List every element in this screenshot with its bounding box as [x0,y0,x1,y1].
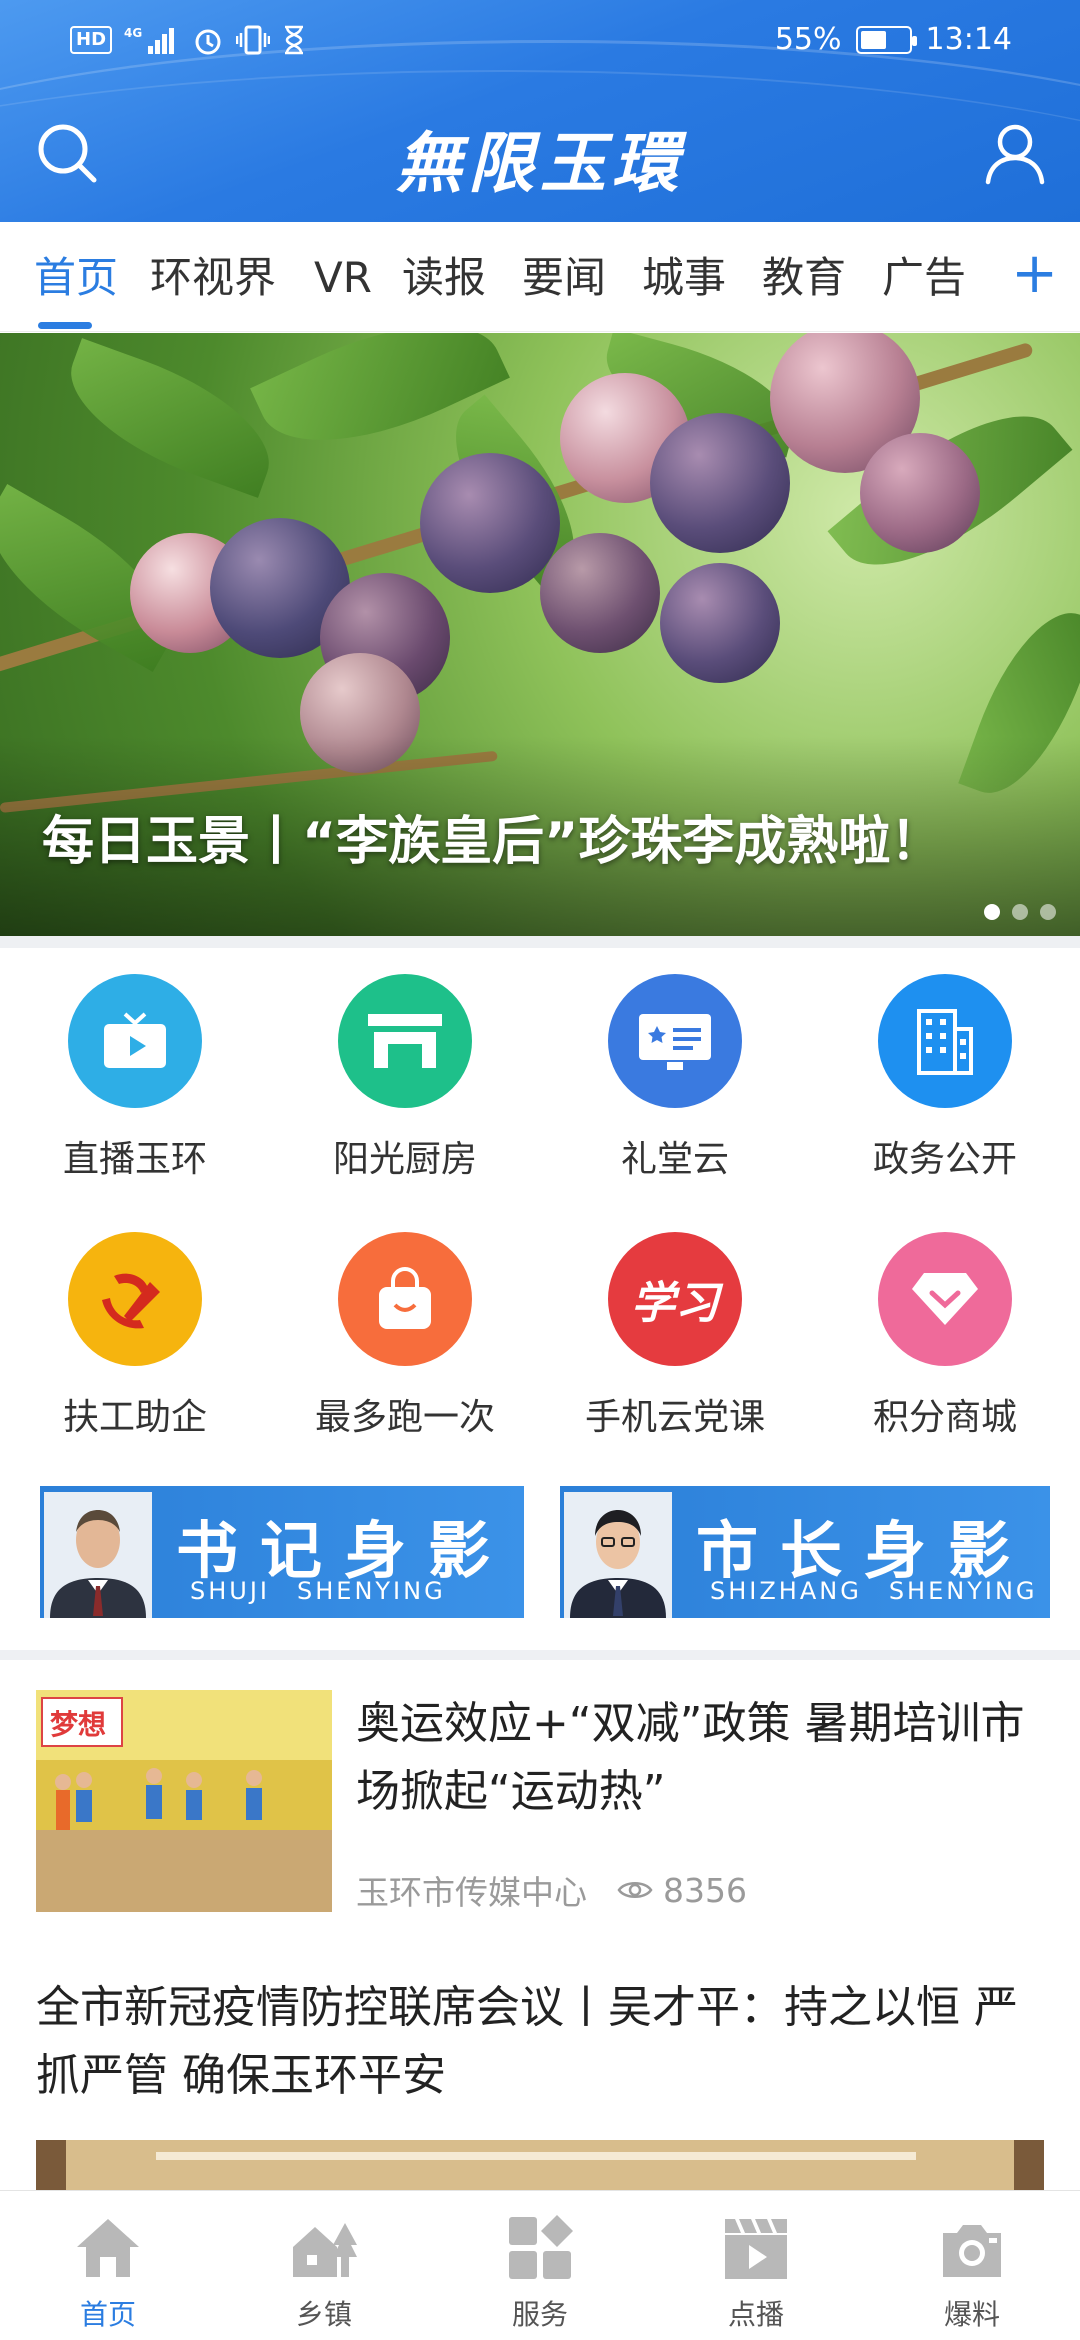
thumb-sign-text: 梦想 [50,1708,106,1741]
building-icon [878,974,1012,1108]
tab-vr[interactable]: VR [314,250,372,310]
home-icon [77,2219,139,2277]
tab-city[interactable]: 城事 [642,250,726,310]
service-cloud-party-class[interactable]: 学习 手机云党课 [540,1206,810,1446]
status-bar: HD 4G 55% 13:14 [0,0,1080,88]
mayor-photo [564,1492,672,1618]
news-meta: 玉环市传媒中心 8356 [356,1866,747,1914]
svg-text:4G: 4G [124,26,142,40]
active-tab-indicator [38,322,92,329]
service-live-yuhuan[interactable]: 直播玉环 [0,948,270,1188]
shopping-bag-icon [338,1232,472,1366]
hero-banner[interactable]: 每日玉景丨“李族皇后”珍珠李成熟啦！ [0,333,1080,936]
header: HD 4G 55% 13:14 無限玉環 [0,0,1080,222]
section-divider [0,1650,1080,1660]
town-icon [293,2223,357,2277]
alarm-icon [192,24,224,56]
service-gov-affairs[interactable]: 政务公开 [810,948,1080,1188]
video-clapper-icon [725,2219,787,2279]
secretary-photo [44,1492,152,1618]
mayor-banner[interactable]: 市长身影 SHIZHANG SHENYING [560,1486,1050,1618]
news-title[interactable]: 奥运效应+“双减”政策 暑期培训市场掀起“运动热” [356,1690,1046,1826]
add-channel-button[interactable]: + [1011,244,1058,304]
news-image[interactable] [36,2140,1044,2190]
app-root: HD 4G 55% 13:14 無限玉環 首页 环视界 VR 读报 要闻 城事 … [0,0,1080,2340]
secretary-pinyin: SHUJI SHENYING [190,1577,446,1605]
battery-icon [855,25,917,54]
channel-tabs: 首页 环视界 VR 读报 要闻 城事 教育 广告 + [0,222,1080,332]
eye-icon [617,1882,653,1898]
tab-ads[interactable]: 广告 [882,250,966,310]
vibrate-icon [235,24,271,56]
carousel-dot[interactable] [1012,904,1028,920]
tab-newspaper[interactable]: 读报 [402,250,486,310]
nav-on-demand[interactable]: 点播 [686,2213,826,2333]
tab-huanshijie[interactable]: 环视界 [150,250,276,310]
tab-home[interactable]: 首页 [34,250,118,310]
tv-icon [68,974,202,1108]
tab-headlines[interactable]: 要闻 [522,250,606,310]
mayor-pinyin: SHIZHANG SHENYING [710,1577,1038,1605]
view-count: 8356 [663,1870,747,1910]
service-points-mall[interactable]: 积分商城 [810,1206,1080,1446]
hourglass-icon [282,24,306,56]
diamond-icon [878,1232,1012,1366]
services-grid-icon [509,2215,573,2279]
section-divider [0,936,1080,948]
kitchen-icon [338,974,472,1108]
service-run-once[interactable]: 最多跑一次 [270,1206,540,1446]
service-support-enterprise[interactable]: 扶工助企 [0,1206,270,1446]
news-source: 玉环市传媒中心 [356,1873,587,1912]
user-profile-button[interactable] [980,118,1050,188]
news-thumbnail[interactable]: 梦想 [36,1690,332,1912]
carousel-dot[interactable] [984,904,1000,920]
user-icon [985,124,1045,185]
nav-towns[interactable]: 乡镇 [254,2213,394,2333]
app-logo: 無限玉環 [396,124,684,202]
carousel-dot[interactable] [1040,904,1056,920]
party-emblem-icon [68,1232,202,1366]
camera-icon [943,2225,1001,2277]
nav-report[interactable]: 爆料 [902,2213,1042,2333]
carousel-dots [984,904,1056,920]
news-thumbnail-image: 梦想 [36,1690,332,1912]
service-sunshine-kitchen[interactable]: 阳光厨房 [270,948,540,1188]
nav-home[interactable]: 首页 [38,2213,178,2333]
clock: 13:14 [925,22,1012,57]
service-litang-cloud[interactable]: 礼堂云 [540,948,810,1188]
tab-education[interactable]: 教育 [762,250,846,310]
signal-icon: 4G [124,24,180,56]
services-grid: 直播玉环 阳光厨房 礼堂云 政务公开 扶工助企 最多跑一次 学习 手机云党课 积… [0,948,1080,1448]
hd-badge: HD [70,26,113,54]
battery-percent: 55% [774,22,842,57]
secretary-banner[interactable]: 书记身影 SHUJI SHENYING [40,1486,524,1618]
screen-star-icon [608,974,742,1108]
bottom-navigation: 首页 乡镇 服务 点播 爆料 [0,2190,1080,2340]
xuexi-icon: 学习 [608,1232,742,1366]
news-title[interactable]: 全市新冠疫情防控联席会议丨吴才平：持之以恒 严抓严管 确保玉环平安 [36,1974,1056,2110]
nav-services[interactable]: 服务 [470,2213,610,2333]
banner-caption: 每日玉景丨“李族皇后”珍珠李成熟啦！ [42,812,943,872]
